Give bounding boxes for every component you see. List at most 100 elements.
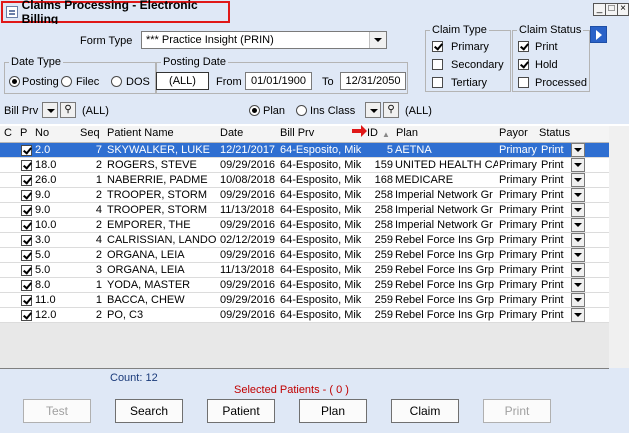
cell-seq: 2 <box>95 189 102 201</box>
table-row[interactable]: 11.0 1 BACCA, CHEW 09/29/2016 64-Esposito, M… <box>0 293 609 308</box>
ins-class-radio[interactable] <box>296 105 307 116</box>
plan-lookup-icon[interactable]: ⚲ <box>383 102 399 118</box>
table-row[interactable]: 5.0 2 ORGANA, LEIA 09/29/2016 64-Esposito, M… <box>0 248 609 263</box>
claim-type-tertiary-checkbox[interactable] <box>432 77 443 88</box>
cell-seq: 1 <box>95 294 102 306</box>
claim-status-hold-checkbox[interactable] <box>518 59 529 70</box>
table-row[interactable]: 5.0 3 ORGANA, LEIA 11/13/2018 64-Esposito, M… <box>0 263 609 278</box>
row-print-checkbox[interactable] <box>21 295 32 306</box>
claim-status-print-checkbox[interactable] <box>518 41 529 52</box>
table-row[interactable]: 2.0 7 SKYWALKER, LUKE 12/21/2017 64-Esposito… <box>0 143 609 158</box>
from-date-input[interactable]: 01/01/1900 <box>245 72 312 90</box>
col-payor[interactable]: Payor <box>499 127 528 139</box>
row-print-checkbox[interactable] <box>21 310 32 321</box>
date-type-filed-radio[interactable] <box>61 76 72 87</box>
row-print-checkbox[interactable] <box>21 280 32 291</box>
claim-type-primary-checkbox[interactable] <box>432 41 443 52</box>
claim-type-secondary-checkbox[interactable] <box>432 59 443 70</box>
cell-name: CALRISSIAN, LANDO <box>107 234 217 246</box>
cell-status: Print <box>541 294 564 306</box>
status-dropdown[interactable] <box>571 278 585 292</box>
status-dropdown[interactable] <box>571 188 585 202</box>
status-dropdown[interactable] <box>571 173 585 187</box>
col-no[interactable]: No <box>35 127 49 139</box>
close-button[interactable]: × <box>617 3 629 16</box>
col-status[interactable]: Status <box>539 127 570 139</box>
row-print-checkbox[interactable] <box>21 160 32 171</box>
expand-arrow-icon[interactable] <box>590 26 607 43</box>
claim-button[interactable]: Claim <box>391 399 459 423</box>
status-dropdown[interactable] <box>571 143 585 157</box>
table-row[interactable]: 18.0 2 ROGERS, STEVE 09/29/2016 64-Esposito,… <box>0 158 609 173</box>
table-row[interactable]: 9.0 4 TROOPER, STORM 11/13/2018 64-Esposito,… <box>0 203 609 218</box>
print-button[interactable]: Print <box>483 399 551 423</box>
status-dropdown[interactable] <box>571 203 585 217</box>
status-dropdown[interactable] <box>571 158 585 172</box>
table-row[interactable]: 9.0 2 TROOPER, STORM 09/29/2016 64-Esposito,… <box>0 188 609 203</box>
test-button[interactable]: Test <box>23 399 91 423</box>
row-print-checkbox[interactable] <box>21 175 32 186</box>
to-date-input[interactable]: 12/31/2050 <box>340 72 406 90</box>
table-row[interactable]: 10.0 2 EMPORER, THE 09/29/2016 64-Esposito, … <box>0 218 609 233</box>
plan-filter-dropdown[interactable] <box>365 102 381 118</box>
row-print-checkbox[interactable] <box>21 190 32 201</box>
cell-payor: Primary <box>499 294 537 306</box>
date-type-filed-label: Filec <box>76 76 100 88</box>
col-c[interactable]: C <box>4 127 12 139</box>
date-type-dos-label: DOS <box>126 76 150 88</box>
cell-bill: 64-Esposito, Mik <box>280 219 362 231</box>
row-print-checkbox[interactable] <box>21 205 32 216</box>
posting-date-label: Posting Date <box>163 56 226 68</box>
date-type-posting-radio[interactable] <box>9 76 20 87</box>
col-plan[interactable]: Plan <box>396 127 418 139</box>
form-type-select[interactable]: *** Practice Insight (PRIN) <box>141 31 387 49</box>
col-seq[interactable]: Seq <box>80 127 100 139</box>
cell-date: 11/13/2018 <box>220 204 275 216</box>
bill-prv-dropdown[interactable] <box>42 102 58 118</box>
claim-status-hold-label: Hold <box>535 59 558 71</box>
row-print-checkbox[interactable] <box>21 220 32 231</box>
status-dropdown[interactable] <box>571 308 585 322</box>
table-row[interactable]: 8.0 1 YODA, MASTER 09/29/2016 64-Esposito, M… <box>0 278 609 293</box>
cell-date: 09/29/2016 <box>220 279 276 291</box>
cell-id: 168 <box>374 174 393 186</box>
plan-button[interactable]: Plan <box>299 399 367 423</box>
posting-date-all-button[interactable]: (ALL) <box>156 72 209 90</box>
search-button[interactable]: Search <box>115 399 183 423</box>
col-id[interactable]: ID <box>367 127 378 139</box>
grid-scrollbar[interactable] <box>609 126 629 368</box>
status-dropdown[interactable] <box>571 218 585 232</box>
status-dropdown[interactable] <box>571 233 585 247</box>
status-dropdown[interactable] <box>571 293 585 307</box>
claim-status-processed-checkbox[interactable] <box>518 77 529 88</box>
cell-plan: Rebel Force Ins Grp <box>395 234 495 246</box>
row-print-checkbox[interactable] <box>21 145 32 156</box>
col-bill-prv[interactable]: Bill Prv <box>280 127 314 139</box>
date-type-dos-radio[interactable] <box>111 76 122 87</box>
bill-prv-lookup-icon[interactable]: ⚲ <box>60 102 76 118</box>
row-print-checkbox[interactable] <box>21 250 32 261</box>
table-row[interactable]: 26.0 1 NABERRIE, PADME 10/08/2018 64-Esposit… <box>0 173 609 188</box>
status-dropdown[interactable] <box>571 248 585 262</box>
cell-name: ROGERS, STEVE <box>107 159 197 171</box>
row-print-checkbox[interactable] <box>21 265 32 276</box>
claim-type-primary-label: Primary <box>451 41 489 53</box>
cell-plan: Rebel Force Ins Grp <box>395 309 495 321</box>
cell-name: YODA, MASTER <box>107 279 191 291</box>
chevron-down-icon[interactable] <box>369 32 386 48</box>
plan-radio[interactable] <box>249 105 260 116</box>
cell-plan: Rebel Force Ins Grp <box>395 249 495 261</box>
col-date[interactable]: Date <box>220 127 243 139</box>
cell-bill: 64-Esposito, Mik <box>280 159 362 171</box>
patient-button[interactable]: Patient <box>207 399 275 423</box>
col-patient-name[interactable]: Patient Name <box>107 127 174 139</box>
cell-plan: Imperial Network Gr <box>395 204 493 216</box>
table-row[interactable]: 3.0 4 CALRISSIAN, LANDO 02/12/2019 64-Esposi… <box>0 233 609 248</box>
cell-name: TROOPER, STORM <box>107 189 208 201</box>
status-dropdown[interactable] <box>571 263 585 277</box>
cell-plan: Rebel Force Ins Grp <box>395 264 495 276</box>
row-print-checkbox[interactable] <box>21 235 32 246</box>
table-row[interactable]: 12.0 2 PO, C3 09/29/2016 64-Esposito, Mik 259… <box>0 308 609 323</box>
col-p[interactable]: P <box>20 127 27 139</box>
cell-payor: Primary <box>499 144 537 156</box>
